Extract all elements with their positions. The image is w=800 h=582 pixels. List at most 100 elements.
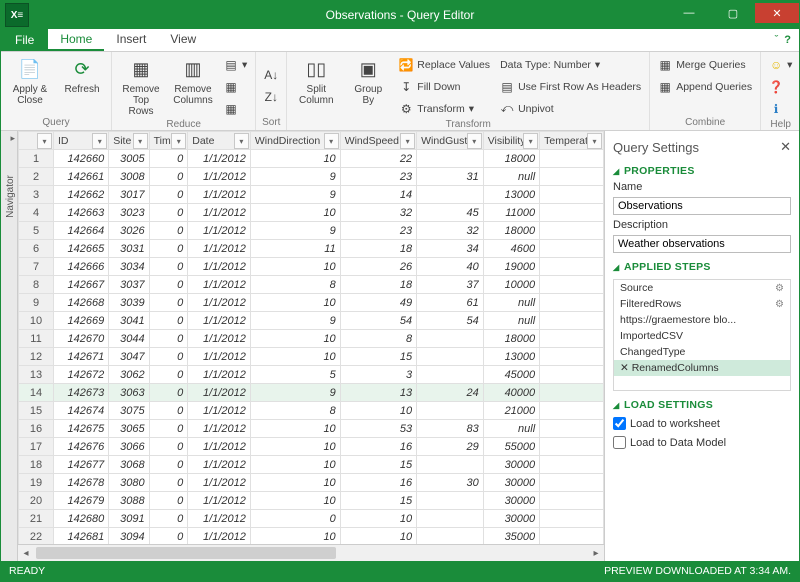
remove-top-rows-button[interactable]: ▦Remove Top Rows bbox=[116, 54, 166, 119]
replace-values-button[interactable]: 🔁Replace Values bbox=[395, 54, 494, 75]
cell[interactable]: 142665 bbox=[54, 240, 109, 258]
cell[interactable] bbox=[417, 528, 484, 545]
cell[interactable]: 3088 bbox=[109, 492, 149, 510]
cell[interactable]: 3080 bbox=[109, 474, 149, 492]
cell[interactable]: 0 bbox=[149, 150, 188, 168]
cell[interactable]: 1/1/2012 bbox=[188, 348, 251, 366]
properties-header[interactable]: PROPERTIES bbox=[613, 165, 791, 177]
cell[interactable]: 3023 bbox=[109, 204, 149, 222]
tab-file[interactable]: File bbox=[1, 29, 48, 51]
close-panel-icon[interactable]: ✕ bbox=[780, 139, 791, 155]
cell[interactable]: 31 bbox=[417, 168, 484, 186]
ribbon-collapse-icon[interactable]: ˇ bbox=[775, 34, 779, 46]
cell[interactable]: 1/1/2012 bbox=[188, 276, 251, 294]
cell[interactable]: 18 bbox=[340, 276, 416, 294]
cell[interactable]: 1/1/2012 bbox=[188, 222, 251, 240]
row-number[interactable]: 8 bbox=[19, 276, 54, 294]
cell[interactable] bbox=[540, 438, 604, 456]
cell[interactable]: 8 bbox=[250, 276, 340, 294]
cell[interactable]: 40 bbox=[417, 258, 484, 276]
cell[interactable]: 142661 bbox=[54, 168, 109, 186]
cell[interactable]: 10000 bbox=[483, 276, 539, 294]
group-by-button[interactable]: ▣Group By bbox=[343, 54, 393, 119]
refresh-button[interactable]: ⟳Refresh bbox=[57, 54, 107, 117]
cell[interactable]: 1/1/2012 bbox=[188, 474, 251, 492]
cell[interactable]: 10 bbox=[250, 294, 340, 312]
cell[interactable]: 30000 bbox=[483, 492, 539, 510]
cell[interactable]: 3039 bbox=[109, 294, 149, 312]
help-question-button[interactable]: ❓ bbox=[765, 76, 796, 97]
cell[interactable]: 0 bbox=[149, 186, 188, 204]
gear-icon[interactable]: ⚙ bbox=[775, 299, 784, 310]
cell[interactable] bbox=[540, 492, 604, 510]
scroll-thumb[interactable] bbox=[36, 547, 336, 559]
cell[interactable]: 4600 bbox=[483, 240, 539, 258]
remove-alt-button[interactable]: ▦ bbox=[220, 76, 251, 97]
scroll-right-icon[interactable]: ▸ bbox=[588, 545, 604, 561]
tab-insert[interactable]: Insert bbox=[104, 29, 158, 51]
step-item[interactable]: Source⚙ bbox=[614, 280, 790, 296]
cell[interactable]: 18000 bbox=[483, 222, 539, 240]
cell[interactable]: 11000 bbox=[483, 204, 539, 222]
cell[interactable] bbox=[417, 150, 484, 168]
cell[interactable] bbox=[540, 402, 604, 420]
applied-steps-header[interactable]: APPLIED STEPS bbox=[613, 261, 791, 273]
table-row[interactable]: 18142677306801/1/2012101530000 bbox=[19, 456, 604, 474]
cell[interactable]: 0 bbox=[250, 510, 340, 528]
filter-dropdown-icon[interactable]: ▾ bbox=[523, 133, 538, 149]
description-input[interactable] bbox=[613, 235, 791, 253]
cell[interactable]: 34 bbox=[417, 240, 484, 258]
cell[interactable]: 3005 bbox=[109, 150, 149, 168]
cell[interactable]: 45 bbox=[417, 204, 484, 222]
row-number[interactable]: 13 bbox=[19, 366, 54, 384]
table-row[interactable]: 17142676306601/1/201210162955000 bbox=[19, 438, 604, 456]
cell[interactable]: 1/1/2012 bbox=[188, 420, 251, 438]
cell[interactable]: 8 bbox=[250, 402, 340, 420]
cell[interactable]: 3026 bbox=[109, 222, 149, 240]
table-row[interactable]: 7142666303401/1/201210264019000 bbox=[19, 258, 604, 276]
column-header[interactable]: Site▾ bbox=[109, 132, 149, 150]
cell[interactable]: 18000 bbox=[483, 330, 539, 348]
cell[interactable] bbox=[540, 204, 604, 222]
cell[interactable]: 15 bbox=[340, 456, 416, 474]
append-queries-button[interactable]: ▦Append Queries bbox=[654, 76, 756, 97]
cell[interactable]: 16 bbox=[340, 474, 416, 492]
cell[interactable]: 142673 bbox=[54, 384, 109, 402]
cell[interactable]: 10 bbox=[250, 258, 340, 276]
table-row[interactable]: 14142673306301/1/20129132440000 bbox=[19, 384, 604, 402]
cell[interactable]: 1/1/2012 bbox=[188, 150, 251, 168]
cell[interactable]: 0 bbox=[149, 312, 188, 330]
cell[interactable]: 3063 bbox=[109, 384, 149, 402]
cell[interactable]: 142669 bbox=[54, 312, 109, 330]
split-column-button[interactable]: ▯▯Split Column bbox=[291, 54, 341, 119]
cell[interactable]: 15 bbox=[340, 492, 416, 510]
cell[interactable] bbox=[540, 222, 604, 240]
gear-icon[interactable]: ⚙ bbox=[775, 283, 784, 294]
cell[interactable]: 23 bbox=[340, 168, 416, 186]
cell[interactable] bbox=[540, 294, 604, 312]
cell[interactable]: 10 bbox=[340, 510, 416, 528]
cell[interactable]: 10 bbox=[250, 456, 340, 474]
column-header[interactable]: WindDirection▾ bbox=[250, 132, 340, 150]
cell[interactable]: 0 bbox=[149, 366, 188, 384]
cell[interactable]: 54 bbox=[417, 312, 484, 330]
cell[interactable]: 9 bbox=[250, 312, 340, 330]
cell[interactable]: 0 bbox=[149, 420, 188, 438]
cell[interactable]: 142677 bbox=[54, 456, 109, 474]
cell[interactable]: 3041 bbox=[109, 312, 149, 330]
row-number[interactable]: 9 bbox=[19, 294, 54, 312]
cell[interactable]: 83 bbox=[417, 420, 484, 438]
cell[interactable]: 10 bbox=[340, 528, 416, 545]
cell[interactable]: 0 bbox=[149, 492, 188, 510]
help-info-button[interactable]: ℹ bbox=[765, 98, 796, 119]
datatype-button[interactable]: Data Type: Number ▾ bbox=[496, 54, 645, 75]
cell[interactable]: 142676 bbox=[54, 438, 109, 456]
step-item[interactable]: ImportedCSV bbox=[614, 328, 790, 344]
cell[interactable]: 142668 bbox=[54, 294, 109, 312]
table-row[interactable]: 13142672306201/1/20125345000 bbox=[19, 366, 604, 384]
unpivot-button[interactable]: ⤺Unpivot bbox=[496, 98, 645, 119]
cell[interactable]: 3008 bbox=[109, 168, 149, 186]
cell[interactable]: 1/1/2012 bbox=[188, 294, 251, 312]
cell[interactable]: 1/1/2012 bbox=[188, 258, 251, 276]
table-row[interactable]: 1142660300501/1/2012102218000 bbox=[19, 150, 604, 168]
